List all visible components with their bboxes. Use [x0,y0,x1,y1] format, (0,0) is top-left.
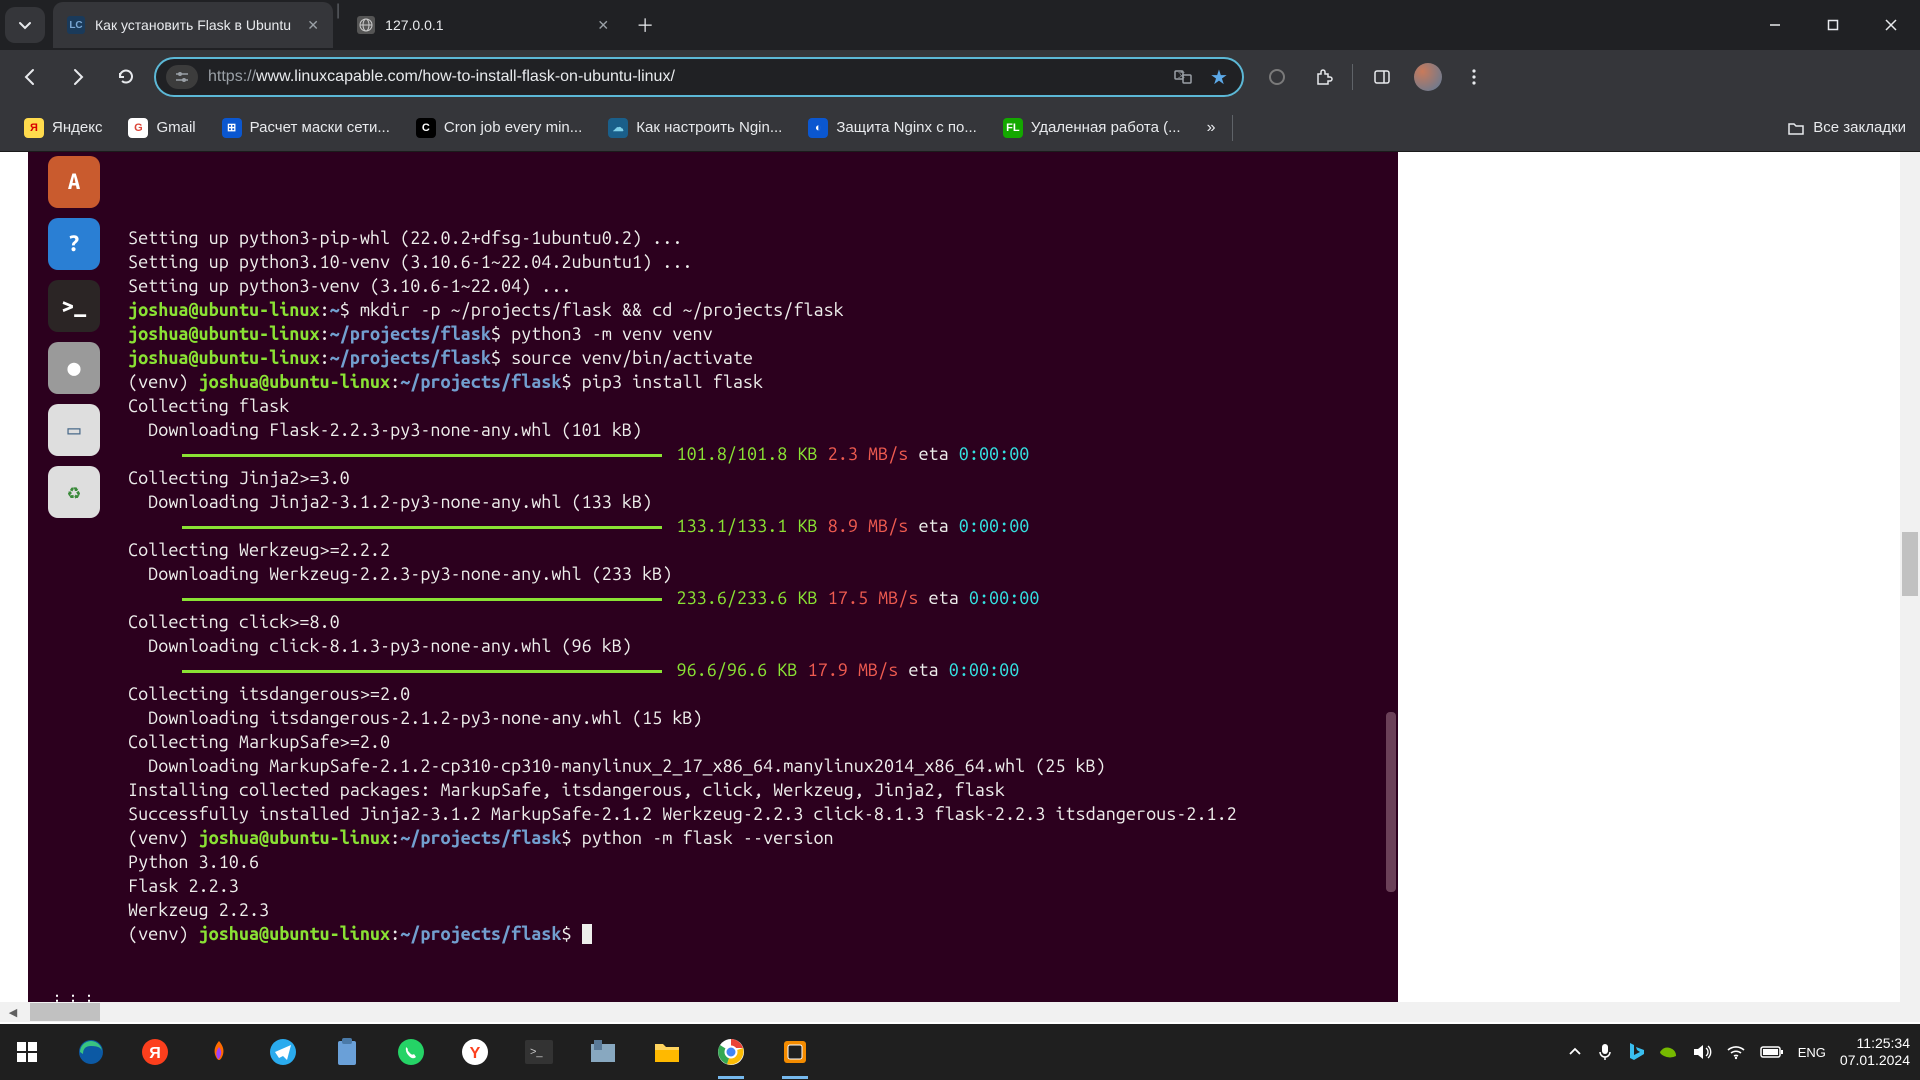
ubuntu-dock: A?>_●▭♻⋮⋮⋮ [28,152,120,1022]
dock-item: ▭ [48,404,100,456]
file-explorer-icon[interactable] [650,1035,684,1069]
terminal-app-icon[interactable]: >_ [522,1035,556,1069]
horizontal-scrollbar[interactable]: ◀ ▶ [0,1002,1920,1022]
translate-icon[interactable]: 文 [1170,64,1196,90]
bing-icon[interactable] [1626,1041,1644,1063]
address-bar[interactable]: https://www.linuxcapable.com/how-to-inst… [154,57,1244,97]
vmware-icon[interactable] [778,1035,812,1069]
app-icon-flame[interactable] [202,1035,236,1069]
reload-button[interactable] [106,57,146,97]
profile-avatar[interactable] [1411,60,1445,94]
bookmark-item[interactable]: CCron job every min... [406,112,592,144]
scroll-thumb[interactable] [1902,532,1918,596]
dock-item: ? [48,218,100,270]
tray-overflow-icon[interactable] [1566,1035,1584,1069]
bookmark-label: Яндекс [52,119,102,136]
microphone-icon[interactable] [1598,1043,1612,1061]
toolbar-right [1260,60,1491,94]
bookmark-label: Защита Nginx с по... [836,119,977,136]
telegram-icon[interactable] [266,1035,300,1069]
url-text: https://www.linuxcapable.com/how-to-inst… [208,68,1160,86]
bookmarks-bar: ЯЯндексGGmail⊞Расчет маски сети...CCron … [0,104,1920,152]
close-window-button[interactable] [1862,5,1920,45]
svg-text:Я: Я [149,1045,161,1062]
edge-icon[interactable] [74,1035,108,1069]
close-tab-icon[interactable]: ✕ [307,17,319,34]
chevron-down-icon [18,18,32,32]
dock-item: >_ [48,280,100,332]
yandex-app-icon[interactable]: Y [458,1035,492,1069]
app-icon-clipboard[interactable] [330,1035,364,1069]
app-icon-generic[interactable] [586,1035,620,1069]
close-tab-icon[interactable]: ✕ [597,17,609,34]
back-button[interactable] [10,57,50,97]
bookmark-star-icon[interactable]: ★ [1206,64,1232,90]
extension-icon[interactable] [1260,60,1294,94]
menu-button[interactable] [1457,60,1491,94]
bookmark-item[interactable]: FLУдаленная работа (... [993,112,1191,144]
whatsapp-icon[interactable] [394,1035,428,1069]
bookmark-item[interactable]: ◐Защита Nginx с по... [798,112,987,144]
bookmark-label: Удаленная работа (... [1031,119,1181,136]
maximize-button[interactable] [1804,5,1862,45]
extensions-button[interactable] [1306,60,1340,94]
language-indicator[interactable]: ENG [1798,1045,1826,1060]
tune-icon [174,69,190,85]
scroll-left-arrow[interactable]: ◀ [4,1003,22,1021]
globe-icon [359,18,373,32]
browser-tab[interactable]: 127.0.0.1 ✕ [343,2,623,48]
wifi-icon[interactable] [1726,1044,1746,1060]
dock-item: ♻ [48,466,100,518]
new-tab-button[interactable]: ＋ [629,9,661,41]
bookmarks-overflow[interactable]: » [1199,119,1224,137]
bookmark-label: Gmail [156,119,195,136]
terminal-screenshot: A?>_●▭♻⋮⋮⋮ Setting up python3-pip-whl (2… [28,152,1398,1022]
battery-icon[interactable] [1760,1045,1784,1059]
clock[interactable]: 11:25:3407.01.2024 [1840,1035,1910,1069]
tab-strip: LCКак установить Flask в Ubuntu✕|127.0.0… [0,0,1920,50]
minimize-button[interactable] [1746,5,1804,45]
tab-title: Как установить Flask в Ubuntu [95,17,297,33]
bookmark-label: Как настроить Ngin... [636,119,782,136]
bookmark-label: Cron job every min... [444,119,582,136]
site-info-chip[interactable] [166,65,198,89]
vertical-scrollbar[interactable] [1900,152,1920,1022]
bookmark-item[interactable]: ЯЯндекс [14,112,112,144]
yandex-browser-icon[interactable]: Я [138,1035,172,1069]
forward-button[interactable] [58,57,98,97]
chrome-icon[interactable] [714,1035,748,1069]
folder-icon [1787,119,1805,137]
windows-taskbar: Я Y >_ ENG 11:25:3407.01.2024 [0,1024,1920,1080]
start-button[interactable] [10,1035,44,1069]
taskbar-apps: Я Y >_ [10,1035,812,1069]
nvidia-icon[interactable] [1658,1044,1678,1060]
scroll-thumb[interactable] [30,1003,100,1021]
svg-text:文: 文 [1178,70,1185,79]
bookmark-item[interactable]: ⊞Расчет маски сети... [212,112,400,144]
side-panel-button[interactable] [1365,60,1399,94]
svg-text:>_: >_ [530,1046,543,1058]
all-bookmarks-button[interactable]: Все закладки [1787,119,1906,137]
bookmark-item[interactable]: ☁Как настроить Ngin... [598,112,792,144]
browser-chrome: LCКак установить Flask в Ubuntu✕|127.0.0… [0,0,1920,152]
dock-item: A [48,156,100,208]
terminal-scrollbar [1386,712,1396,892]
browser-tab[interactable]: LCКак установить Flask в Ubuntu✕ [53,2,333,48]
volume-icon[interactable] [1692,1043,1712,1061]
toolbar: https://www.linuxcapable.com/how-to-inst… [0,50,1920,104]
search-tabs-button[interactable] [5,7,45,43]
tab-title: 127.0.0.1 [385,17,587,33]
dock-item: ● [48,342,100,394]
divider [1352,64,1353,90]
divider [1232,115,1233,141]
window-controls [1746,5,1920,45]
bookmark-label: Расчет маски сети... [250,119,390,136]
system-tray: ENG 11:25:3407.01.2024 [1566,1035,1910,1069]
bookmark-item[interactable]: GGmail [118,112,205,144]
svg-text:Y: Y [470,1045,481,1062]
page-content: A?>_●▭♻⋮⋮⋮ Setting up python3-pip-whl (2… [0,152,1920,1022]
